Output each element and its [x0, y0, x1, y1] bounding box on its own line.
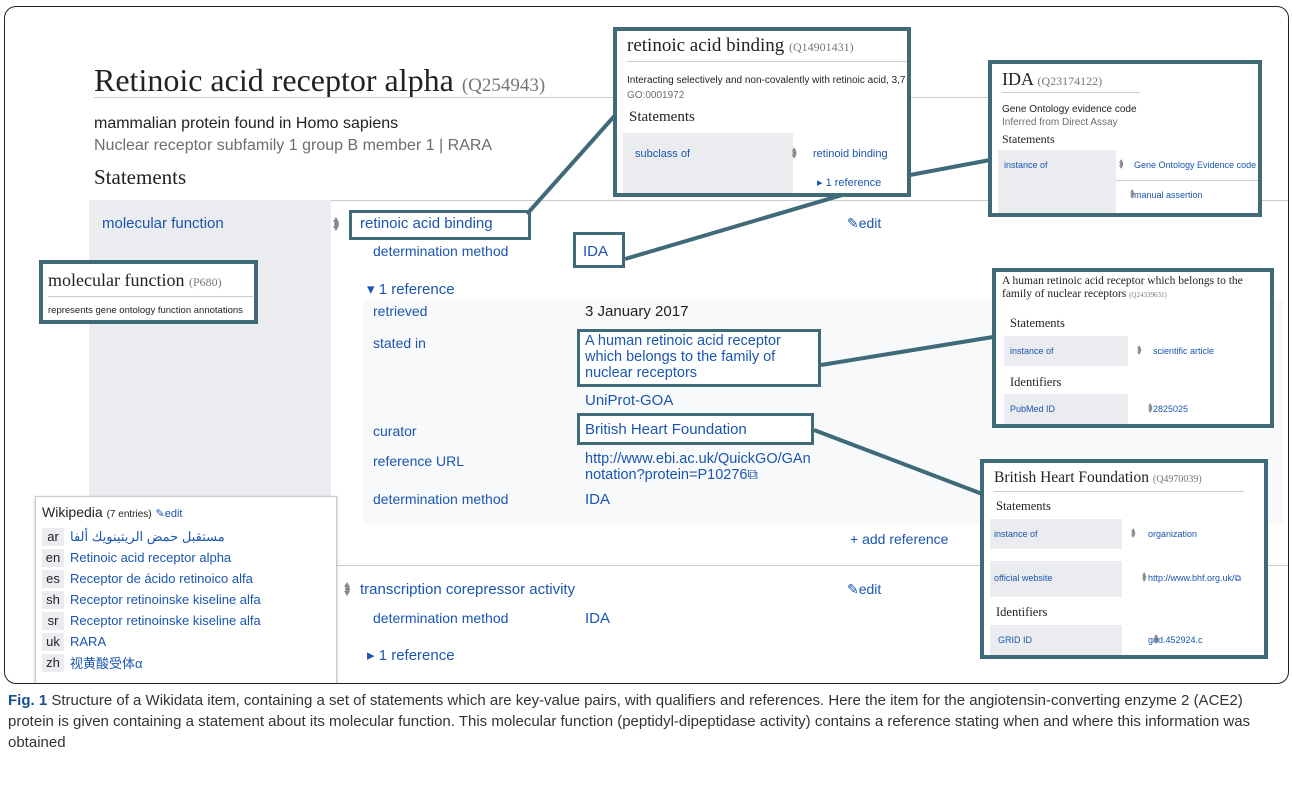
sitelink-label[interactable]: 视黄酸受体α — [70, 653, 143, 672]
figure-label: Fig. 1 — [8, 692, 48, 709]
sitelink-row: zh 视黄酸受体α — [42, 652, 302, 673]
card-title: British Heart Foundation — [994, 469, 1149, 486]
sitelink-code: ar — [42, 527, 64, 546]
sitelink-label[interactable]: RARA — [70, 634, 106, 649]
sitelink-label[interactable]: Receptor retinoinske kiseline alfa — [70, 592, 261, 607]
sitelink-label[interactable]: مستقبل حمض الريتينويك ألفا — [70, 529, 225, 545]
card-value[interactable]: scientific article — [1153, 346, 1214, 356]
card-title: A human retinoic acid receptor which bel… — [1002, 275, 1243, 300]
card-alias: GO:0001972 — [627, 90, 685, 101]
card-divider — [627, 61, 907, 62]
rank-icon[interactable] — [1142, 572, 1148, 582]
figure-caption: Fig. 1 Structure of a Wikidata item, con… — [8, 690, 1284, 753]
card-qid: (Q4970039) — [1152, 474, 1202, 485]
sitelink-code: es — [42, 569, 64, 588]
card-statements-heading: Statements — [1010, 316, 1065, 330]
card-id-prop[interactable]: PubMed ID — [1010, 404, 1055, 414]
card-title: molecular function — [48, 270, 185, 290]
card-title: retinoic acid binding — [627, 35, 785, 56]
figure-frame: Retinoic acid receptor alpha (Q254943) m… — [4, 6, 1289, 684]
card-molecular-function: molecular function (P680) represents gen… — [39, 260, 258, 324]
card-prop-bg — [623, 133, 793, 193]
rank-icon[interactable] — [1119, 159, 1124, 169]
card-statements-heading: Statements — [1002, 132, 1055, 146]
card-human-article: A human retinoic acid receptor which bel… — [992, 268, 1274, 428]
wikipedia-count: (7 entries) — [106, 509, 152, 520]
card-identifiers-heading: Identifiers — [1010, 375, 1062, 389]
card-qid: (Q23174122) — [1037, 74, 1103, 88]
card-prop[interactable]: instance of — [1004, 160, 1048, 170]
sitelink-label[interactable]: Retinoic acid receptor alpha — [70, 550, 231, 565]
caption-text: Structure of a Wikidata item, containing… — [8, 692, 1251, 751]
wikipedia-edit-link[interactable]: ✎edit — [156, 508, 183, 520]
card-refs[interactable]: ▸ 1 reference — [817, 176, 881, 189]
connector-bhf — [813, 428, 986, 497]
sitelink-code: uk — [42, 632, 64, 651]
card-british-heart-foundation: British Heart Foundation (Q4970039) Stat… — [980, 459, 1268, 659]
rank-icon[interactable] — [1131, 528, 1136, 538]
connector-ida-2 — [909, 158, 991, 177]
external-link-icon: ⧉ — [1234, 573, 1241, 583]
card-id-value[interactable]: grid.452924.c — [1148, 635, 1203, 645]
card-description: Interacting selectively and non-covalent… — [627, 75, 906, 86]
card-retinoic-acid-binding: retinoic acid binding (Q14901431) Intera… — [613, 27, 911, 197]
card-divider — [994, 491, 1244, 492]
connector-human — [820, 335, 994, 367]
card-value-url[interactable]: http://www.bhf.org.uk/⧉ — [1148, 573, 1241, 584]
sitelink-code: en — [42, 548, 64, 567]
card-ida: IDA (Q23174122) Gene Ontology evidence c… — [988, 60, 1262, 217]
card-alias: Inferred from Direct Assay — [1002, 117, 1118, 128]
sitelink-row: es Receptor de ácido retinoico alfa — [42, 568, 302, 589]
card-pid: (P680) — [188, 275, 222, 289]
card-description: Gene Ontology evidence code — [1002, 104, 1137, 115]
pencil-icon: ✎ — [155, 508, 165, 520]
card-identifiers-heading: Identifiers — [996, 605, 1048, 619]
card-prop[interactable]: instance of — [994, 529, 1038, 539]
sitelink-code: zh — [42, 653, 64, 672]
card-statements-heading: Statements — [629, 109, 695, 125]
wikipedia-heading: Wikipedia (7 entries) ✎edit — [42, 504, 182, 520]
card-value[interactable]: manual assertion — [1134, 190, 1203, 200]
card-qid: (Q24339631) — [1129, 291, 1167, 299]
rank-icon[interactable] — [1137, 345, 1142, 355]
sitelink-row: en Retinoic acid receptor alpha — [42, 547, 302, 568]
wikipedia-list: ar مستقبل حمض الريتينويك ألفا en Retinoic … — [42, 526, 302, 673]
card-id-value[interactable]: 2825025 — [1153, 404, 1188, 414]
card-value[interactable]: Gene Ontology Evidence code — [1134, 160, 1256, 170]
card-value[interactable]: retinoid binding — [813, 148, 888, 160]
card-id-prop[interactable]: GRID ID — [998, 635, 1032, 645]
card-value[interactable]: organization — [1148, 529, 1197, 539]
wikipedia-title: Wikipedia — [42, 504, 103, 520]
card-divider — [48, 296, 253, 297]
rank-icon[interactable] — [791, 147, 798, 159]
card-prop[interactable]: instance of — [1010, 346, 1054, 356]
card-prop[interactable]: subclass of — [635, 148, 690, 160]
triangle-right-icon: ▸ — [817, 177, 826, 189]
card-title: IDA — [1002, 69, 1033, 89]
card-description: represents gene ontology function annota… — [48, 305, 243, 316]
wikipedia-sitelinks-box: Wikipedia (7 entries) ✎edit ar مستقبل حمض… — [35, 496, 337, 683]
card-row-divider — [1116, 180, 1258, 181]
sitelink-row: sh Receptor retinoinske kiseline alfa — [42, 589, 302, 610]
sitelink-label[interactable]: Receptor retinoinske kiseline alfa — [70, 613, 261, 628]
card-qid: (Q14901431) — [788, 40, 854, 54]
sitelink-label[interactable]: Receptor de ácido retinoico alfa — [70, 571, 253, 586]
sitelink-row: uk RARA — [42, 631, 302, 652]
sitelink-code: sr — [42, 611, 64, 630]
card-divider — [1002, 92, 1140, 93]
card-statements-heading: Statements — [996, 499, 1051, 513]
connector-retinoic — [525, 110, 620, 216]
sitelink-row: sr Receptor retinoinske kiseline alfa — [42, 610, 302, 631]
sitelink-row: ar مستقبل حمض الريتينويك ألفا — [42, 526, 302, 547]
card-prop[interactable]: official website — [994, 573, 1052, 583]
sitelink-code: sh — [42, 590, 64, 609]
